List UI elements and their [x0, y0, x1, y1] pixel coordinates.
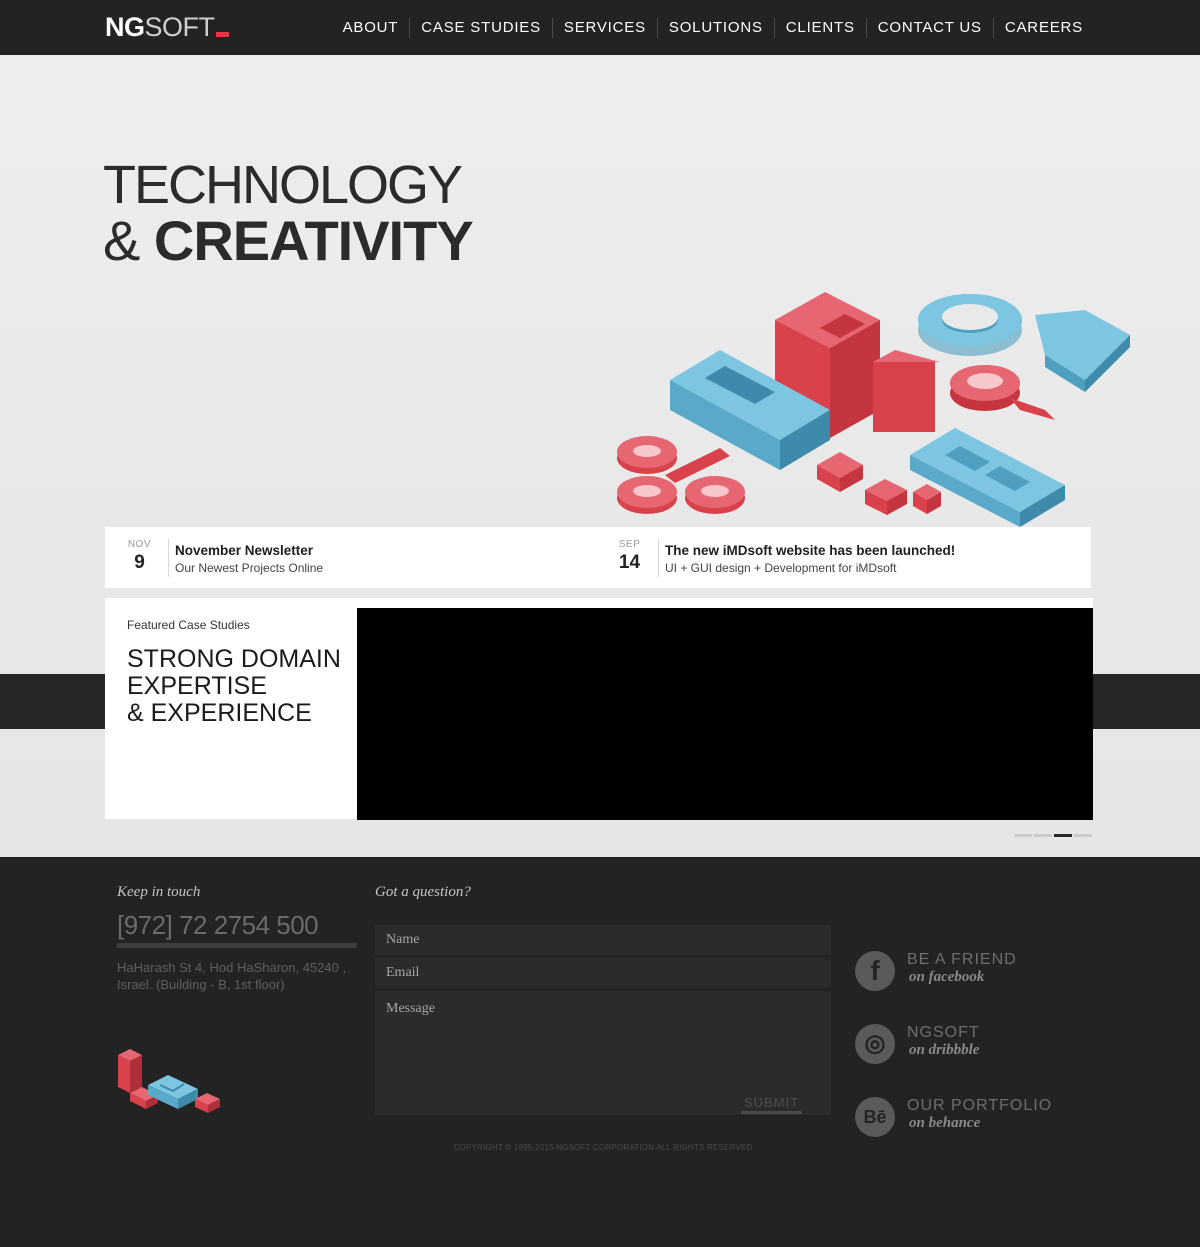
logo-ng: NG: [105, 12, 145, 42]
nav-case-studies[interactable]: CASE STUDIES: [409, 18, 552, 38]
news-text: November Newsletter Our Newest Projects …: [175, 543, 323, 577]
top-navigation-bar: NGSOFT ABOUT CASE STUDIES SERVICES SOLUT…: [0, 0, 1200, 55]
phone-number[interactable]: [972] 72 2754 500: [117, 910, 319, 941]
footer: Keep in touch [972] 72 2754 500 HaHarash…: [0, 857, 1200, 1247]
social-label: BE A FRIEND: [907, 951, 1017, 968]
nav-about[interactable]: ABOUT: [332, 18, 410, 38]
featured-heading-line: & EXPERIENCE: [127, 699, 312, 727]
contact-form: SUBMIT: [375, 925, 831, 1115]
featured-heading-line: EXPERTISE: [127, 672, 267, 700]
nav-careers[interactable]: CAREERS: [992, 18, 1094, 38]
blue-stripes-block-icon: [910, 428, 1065, 527]
address-text: HaHarash St 4, Hod HaSharon, 45240 , Isr…: [117, 960, 347, 992]
hero-title-technology: TECHNOLOGY: [103, 155, 463, 215]
social-sublabel: on facebook: [909, 969, 985, 985]
news-date: SEP 14: [601, 539, 659, 577]
featured-heading: STRONG DOMAIN EXPERTISE & EXPERIENCE: [127, 646, 355, 727]
news-item[interactable]: SEP 14 The new iMDsoft website has been …: [595, 527, 1091, 588]
hero-creativity-word: CREATIVITY: [153, 209, 474, 272]
featured-media-container: [357, 598, 1093, 820]
keep-in-touch-title: Keep in touch: [117, 884, 201, 900]
news-date: NOV 9: [111, 539, 169, 577]
nav-clients[interactable]: CLIENTS: [773, 18, 866, 38]
phone-divider: [117, 943, 357, 948]
hero-title-creativity: & CREATIVITY: [103, 209, 474, 272]
news-subtitle: Our Newest Projects Online: [175, 561, 324, 575]
logo-cursor-mark: [215, 32, 229, 37]
slider-pagination: [1014, 834, 1092, 837]
news-strip: NOV 9 November Newsletter Our Newest Pro…: [105, 527, 1091, 588]
got-a-question-title: Got a question?: [375, 884, 471, 900]
name-field[interactable]: [375, 925, 831, 955]
featured-case-studies-card: Featured Case Studies STRONG DOMAIN EXPE…: [105, 598, 357, 819]
social-sublabel: on dribbble: [909, 1042, 980, 1058]
featured-heading-line: STRONG DOMAIN: [127, 645, 341, 673]
submit-button[interactable]: SUBMIT: [741, 1094, 802, 1114]
facebook-icon: f: [855, 951, 895, 991]
news-month: NOV: [127, 539, 152, 550]
email-field[interactable]: [375, 958, 831, 988]
main-nav: ABOUT CASE STUDIES SERVICES SOLUTIONS CL…: [332, 18, 1094, 38]
red-percent-icon: [617, 436, 745, 514]
social-sublabel: on behance: [909, 1115, 981, 1131]
slider-dot[interactable]: [1054, 834, 1072, 837]
footer-isometric-logo-icon: [118, 1049, 220, 1113]
news-month: SEP: [618, 539, 641, 550]
ngsoft-logo[interactable]: NGSOFT: [105, 12, 229, 42]
social-label: OUR PORTFOLIO: [907, 1097, 1053, 1114]
news-text: The new iMDsoft website has been launche…: [665, 543, 955, 577]
slider-dot[interactable]: [1034, 834, 1052, 837]
blue-ring-icon: [918, 294, 1022, 356]
news-day: 14: [618, 552, 641, 573]
dribbble-icon: ◎: [855, 1024, 895, 1064]
social-label: NGSOFT: [907, 1024, 980, 1041]
logo-soft: SOFT: [144, 12, 216, 42]
behance-icon: Bē: [855, 1097, 895, 1137]
copyright-text: COPYRIGHT © 1995-2015 NGSOFT CORPORATION…: [453, 1143, 753, 1152]
nav-services[interactable]: SERVICES: [551, 18, 657, 38]
slider-dot[interactable]: [1074, 834, 1092, 837]
featured-video-player[interactable]: [357, 608, 1093, 820]
news-title[interactable]: The new iMDsoft website has been launche…: [665, 543, 955, 559]
news-item[interactable]: NOV 9 November Newsletter Our Newest Pro…: [105, 527, 595, 588]
news-subtitle: UI + GUI design + Development for iMDsof…: [665, 561, 897, 575]
blue-hash-icon: [1035, 310, 1130, 392]
red-magnifier-icon: [950, 365, 1055, 420]
hero-ampersand: &: [103, 209, 140, 272]
nav-solutions[interactable]: SOLUTIONS: [656, 18, 774, 38]
featured-label: Featured Case Studies: [127, 618, 250, 632]
nav-contact-us[interactable]: CONTACT US: [865, 18, 993, 38]
news-title[interactable]: November Newsletter: [175, 543, 323, 559]
news-day: 9: [134, 552, 145, 573]
slider-dot[interactable]: [1014, 834, 1032, 837]
